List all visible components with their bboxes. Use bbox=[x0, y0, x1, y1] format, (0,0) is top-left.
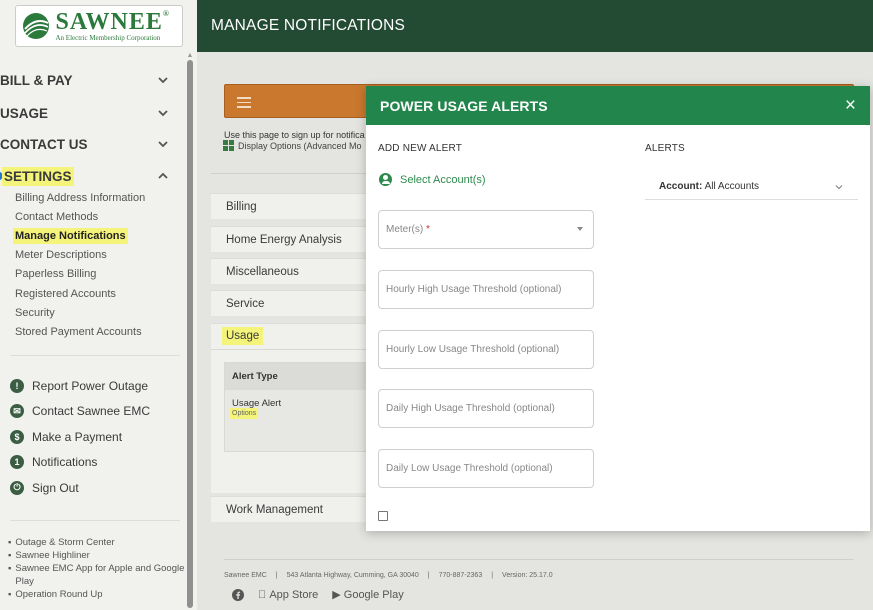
caret-down-icon bbox=[577, 227, 583, 231]
chevron-down-icon bbox=[158, 77, 168, 84]
account-filter-value: Account: All Accounts bbox=[659, 181, 760, 192]
footer-address: 543 Atlanta Highway, Cumming, GA 30040 bbox=[286, 572, 419, 579]
notification-count-icon: 1 bbox=[10, 455, 24, 470]
sidebar-divider bbox=[10, 520, 180, 521]
logo-mark-icon bbox=[22, 13, 49, 39]
app-store-link[interactable]:  App Store bbox=[258, 589, 318, 601]
facebook-icon[interactable] bbox=[232, 588, 244, 601]
nav-section-label: SETTINGS bbox=[4, 168, 72, 184]
menu-icon[interactable] bbox=[237, 97, 251, 111]
display-options-label: Display Options (Advanced Mo bbox=[238, 140, 362, 151]
settings-submenu: Billing Address Information Contact Meth… bbox=[15, 188, 145, 342]
daily-high-threshold-input[interactable]: Daily High Usage Threshold (optional) bbox=[378, 389, 594, 428]
action-label: Make a Payment bbox=[32, 429, 123, 444]
footer-separator: | bbox=[427, 572, 430, 579]
sawnee-logo[interactable]: SAWNEE® An Electric Membership Corporati… bbox=[14, 5, 183, 47]
logo-area: SAWNEE® An Electric Membership Corporati… bbox=[0, 0, 197, 52]
chevron-down-icon bbox=[835, 184, 843, 189]
apple-icon:  bbox=[258, 589, 266, 601]
checkbox[interactable] bbox=[378, 511, 388, 521]
alert-icon: ! bbox=[10, 378, 24, 393]
hourly-low-threshold-input[interactable]: Hourly Low Usage Threshold (optional) bbox=[378, 330, 594, 369]
nav-section-settings[interactable]: SETTINGS bbox=[0, 161, 180, 191]
link-round-up[interactable]: ▪ Operation Round Up bbox=[8, 588, 188, 601]
sidebar-item-stored-payment[interactable]: Stored Payment Accounts bbox=[15, 322, 145, 341]
alerts-heading: ALERTS bbox=[645, 143, 685, 154]
contact-link[interactable]: ✉ Contact Sawnee EMC bbox=[10, 399, 150, 425]
footer-version: Version: 25.17.0 bbox=[502, 572, 553, 579]
intro-text: Use this page to sign up for notifica bbox=[224, 130, 365, 140]
nav-section-label: CONTACT US bbox=[0, 136, 88, 152]
sidebar-divider bbox=[10, 355, 180, 356]
modal-title: POWER USAGE ALERTS bbox=[380, 97, 548, 114]
footer-phone: 770-887-2363 bbox=[438, 572, 483, 579]
sign-out-link[interactable]: ⏻ Sign Out bbox=[10, 475, 150, 501]
scroll-thumb[interactable] bbox=[187, 60, 193, 608]
link-highliner[interactable]: ▪ Sawnee Highliner bbox=[8, 549, 188, 562]
sidebar-item-manage-notifications[interactable]: Manage Notifications bbox=[15, 226, 145, 245]
modal-header: POWER USAGE ALERTS × bbox=[366, 86, 870, 125]
sidebar-item-paperless-billing[interactable]: Paperless Billing bbox=[15, 265, 145, 284]
sidebar-actions: ! Report Power Outage ✉ Contact Sawnee E… bbox=[10, 373, 150, 501]
power-usage-alerts-modal: POWER USAGE ALERTS × ADD NEW ALERT ALERT… bbox=[366, 86, 870, 531]
link-app[interactable]: ▪ Sawnee EMC App for Apple and Google Pla… bbox=[8, 562, 188, 588]
footer-info: Sawnee EMC | 543 Atlanta Highway, Cummin… bbox=[224, 572, 553, 579]
select-accounts-label: Select Account(s) bbox=[400, 173, 486, 186]
nav-section-bill-pay[interactable]: BILL & PAY bbox=[0, 65, 180, 95]
action-label: Sign Out bbox=[32, 480, 79, 495]
account-filter-select[interactable]: Account: All Accounts bbox=[645, 174, 858, 200]
sidebar-item-billing-address[interactable]: Billing Address Information bbox=[15, 188, 145, 207]
app-window: SAWNEE® An Electric Membership Corporati… bbox=[0, 0, 873, 610]
sidebar-links: ▪ Outage & Storm Center ▪ Sawnee Highliner… bbox=[8, 536, 188, 601]
footer-separator: | bbox=[491, 572, 494, 579]
meter-select[interactable]: Meter(s) * bbox=[378, 210, 594, 249]
mail-icon: ✉ bbox=[10, 404, 24, 419]
action-label: Contact Sawnee EMC bbox=[32, 404, 151, 419]
chevron-down-icon bbox=[158, 141, 168, 148]
footer-company: Sawnee EMC bbox=[224, 572, 267, 579]
logo-name: SAWNEE® bbox=[55, 9, 170, 35]
google-play-link[interactable]: ▶ Google Play bbox=[332, 588, 403, 601]
sidebar-item-security[interactable]: Security bbox=[15, 303, 145, 322]
power-icon: ⏻ bbox=[10, 480, 24, 495]
add-new-alert-heading: ADD NEW ALERT bbox=[378, 143, 463, 154]
daily-low-threshold-input[interactable]: Daily Low Usage Threshold (optional) bbox=[378, 449, 594, 488]
nav-section-label: BILL & PAY bbox=[0, 72, 73, 88]
notifications-link[interactable]: 1 Notifications bbox=[10, 450, 150, 476]
nav-section-label: USAGE bbox=[0, 105, 49, 121]
sidebar-scrollbar[interactable]: ▲ bbox=[186, 52, 194, 610]
hourly-high-threshold-input[interactable]: Hourly High Usage Threshold (optional) bbox=[378, 270, 594, 309]
logo-tagline: An Electric Membership Corporation bbox=[55, 34, 161, 42]
account-icon bbox=[379, 173, 392, 186]
nav-section-contact-us[interactable]: CONTACT US bbox=[0, 129, 180, 159]
link-outage-center[interactable]: ▪ Outage & Storm Center bbox=[8, 536, 188, 549]
divider bbox=[224, 559, 854, 560]
display-options-link[interactable]: Display Options (Advanced Mo bbox=[223, 140, 362, 151]
footer-links:  App Store ▶ Google Play bbox=[232, 588, 404, 601]
chevron-down-icon bbox=[158, 110, 168, 117]
logo-text: SAWNEE® An Electric Membership Corporati… bbox=[56, 10, 170, 42]
report-outage-link[interactable]: ! Report Power Outage bbox=[10, 373, 150, 399]
grid-icon bbox=[223, 140, 234, 151]
footer-separator: | bbox=[275, 572, 278, 579]
action-label: Report Power Outage bbox=[32, 378, 149, 393]
sidebar-item-registered-accounts[interactable]: Registered Accounts bbox=[15, 284, 145, 303]
close-icon[interactable]: × bbox=[845, 96, 856, 115]
category-usage[interactable]: Usage bbox=[224, 329, 262, 343]
sidebar-item-contact-methods[interactable]: Contact Methods bbox=[15, 207, 145, 226]
sidebar: SAWNEE® An Electric Membership Corporati… bbox=[0, 0, 197, 610]
nav-section-usage[interactable]: USAGE bbox=[0, 98, 180, 128]
required-marker: * bbox=[426, 224, 430, 235]
page-title: MANAGE NOTIFICATIONS bbox=[211, 17, 406, 34]
play-icon: ▶ bbox=[332, 589, 340, 601]
dollar-icon: $ bbox=[10, 429, 24, 444]
action-label: Notifications bbox=[32, 455, 98, 470]
page-header: MANAGE NOTIFICATIONS bbox=[197, 0, 873, 52]
sidebar-item-meter-descriptions[interactable]: Meter Descriptions bbox=[15, 246, 145, 265]
chevron-up-icon bbox=[158, 172, 168, 179]
select-accounts-button[interactable]: Select Account(s) bbox=[379, 173, 486, 186]
make-payment-link[interactable]: $ Make a Payment bbox=[10, 424, 150, 450]
